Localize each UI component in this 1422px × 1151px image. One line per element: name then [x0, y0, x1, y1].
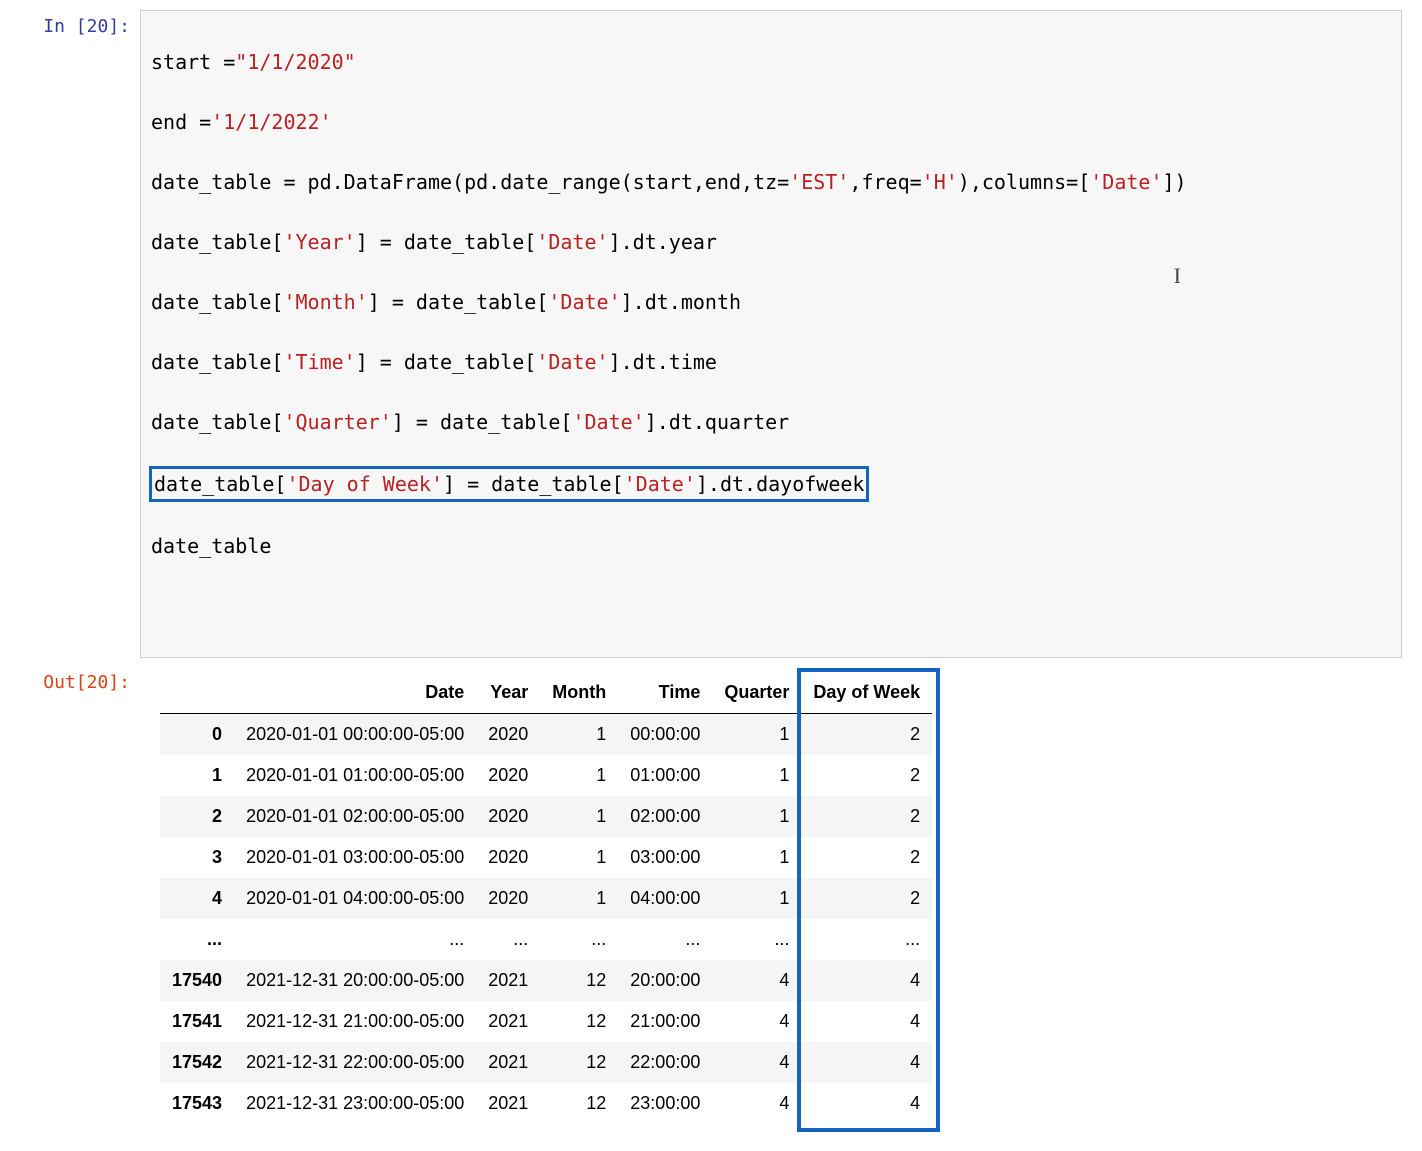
- row-index: 3: [160, 837, 234, 878]
- row-index: 1: [160, 755, 234, 796]
- cell: 2021-12-31 21:00:00-05:00: [234, 1001, 476, 1042]
- cell: 21:00:00: [618, 1001, 712, 1042]
- table-row: 175412021-12-31 21:00:00-05:0020211221:0…: [160, 1001, 932, 1042]
- cell: 2020: [476, 837, 540, 878]
- cell: 2: [801, 837, 932, 878]
- row-index: 17540: [160, 960, 234, 1001]
- cell: 12: [540, 960, 618, 1001]
- cell: 12: [540, 1001, 618, 1042]
- cell: 02:00:00: [618, 796, 712, 837]
- cell: 1: [540, 714, 618, 756]
- output-cell: Out[20]: Date Year Month Time Quarter Da…: [20, 666, 1402, 1133]
- cell: 2020: [476, 755, 540, 796]
- cell: 2: [801, 796, 932, 837]
- row-index: 0: [160, 714, 234, 756]
- cell: 4: [801, 1083, 932, 1124]
- cell: 22:00:00: [618, 1042, 712, 1083]
- table-row: 12020-01-01 01:00:00-05:002020101:00:001…: [160, 755, 932, 796]
- cell: 2021-12-31 20:00:00-05:00: [234, 960, 476, 1001]
- col-header-month: Month: [540, 672, 618, 714]
- row-index: ...: [160, 919, 234, 960]
- cell: 12: [540, 1083, 618, 1124]
- col-header-date: Date: [234, 672, 476, 714]
- cell: 2021: [476, 1042, 540, 1083]
- table-row: 175422021-12-31 22:00:00-05:0020211222:0…: [160, 1042, 932, 1083]
- cell: 03:00:00: [618, 837, 712, 878]
- row-index: 17543: [160, 1083, 234, 1124]
- table-row: 22020-01-01 02:00:00-05:002020102:00:001…: [160, 796, 932, 837]
- cell: 1: [712, 796, 801, 837]
- output-prompt: Out[20]:: [20, 666, 140, 693]
- col-header-year: Year: [476, 672, 540, 714]
- cell: 12: [540, 1042, 618, 1083]
- cell: ...: [476, 919, 540, 960]
- highlighted-code-line: date_table['Day of Week'] = date_table['…: [149, 466, 869, 502]
- col-header-quarter: Quarter: [712, 672, 801, 714]
- row-index: 17542: [160, 1042, 234, 1083]
- table-row: 32020-01-01 03:00:00-05:002020103:00:001…: [160, 837, 932, 878]
- table-row: 175402021-12-31 20:00:00-05:0020211220:0…: [160, 960, 932, 1001]
- cell: 2021: [476, 960, 540, 1001]
- cell: 4: [712, 1001, 801, 1042]
- table-header-row: Date Year Month Time Quarter Day of Week: [160, 672, 932, 714]
- cell: 4: [712, 1042, 801, 1083]
- cell: 4: [801, 1042, 932, 1083]
- cell: ...: [234, 919, 476, 960]
- row-index: 2: [160, 796, 234, 837]
- col-header-dayofweek: Day of Week: [801, 672, 932, 714]
- cell: 2: [801, 714, 932, 756]
- cell: 2021-12-31 23:00:00-05:00: [234, 1083, 476, 1124]
- cell: 2020-01-01 03:00:00-05:00: [234, 837, 476, 878]
- input-cell: In [20]: start ="1/1/2020" end ='1/1/202…: [20, 10, 1402, 658]
- cell: 2020: [476, 796, 540, 837]
- cell: 2020-01-01 00:00:00-05:00: [234, 714, 476, 756]
- cell: 1: [540, 796, 618, 837]
- cell: 2021: [476, 1083, 540, 1124]
- cell: 2020-01-01 02:00:00-05:00: [234, 796, 476, 837]
- cell: 2021: [476, 1001, 540, 1042]
- cell: 1: [540, 755, 618, 796]
- cell: 4: [801, 1001, 932, 1042]
- cell: 2020-01-01 01:00:00-05:00: [234, 755, 476, 796]
- table-row: .....................: [160, 919, 932, 960]
- cell: ...: [618, 919, 712, 960]
- cell: 4: [712, 1083, 801, 1124]
- cell: ...: [801, 919, 932, 960]
- cell: 01:00:00: [618, 755, 712, 796]
- cell: 23:00:00: [618, 1083, 712, 1124]
- cell: 1: [540, 837, 618, 878]
- text-cursor-icon: I: [1174, 261, 1181, 291]
- output-area: Date Year Month Time Quarter Day of Week…: [140, 666, 1402, 1133]
- cell: 4: [801, 960, 932, 1001]
- cell: 1: [712, 837, 801, 878]
- cell: ...: [540, 919, 618, 960]
- cell: 20:00:00: [618, 960, 712, 1001]
- cell: 2021-12-31 22:00:00-05:00: [234, 1042, 476, 1083]
- cell: 4: [712, 960, 801, 1001]
- code-editor[interactable]: start ="1/1/2020" end ='1/1/2022' date_t…: [140, 10, 1402, 658]
- cell: 2: [801, 755, 932, 796]
- cell: 2020: [476, 714, 540, 756]
- cell: 1: [712, 714, 801, 756]
- row-index: 17541: [160, 1001, 234, 1042]
- cell: 1: [712, 755, 801, 796]
- cell: ...: [712, 919, 801, 960]
- input-prompt: In [20]:: [20, 10, 140, 37]
- table-row: 02020-01-01 00:00:00-05:002020100:00:001…: [160, 714, 932, 756]
- cell: 00:00:00: [618, 714, 712, 756]
- table-row: 175432021-12-31 23:00:00-05:0020211223:0…: [160, 1083, 932, 1124]
- dataframe-table: Date Year Month Time Quarter Day of Week…: [160, 672, 932, 1124]
- col-header-time: Time: [618, 672, 712, 714]
- col-header-index: [160, 672, 234, 714]
